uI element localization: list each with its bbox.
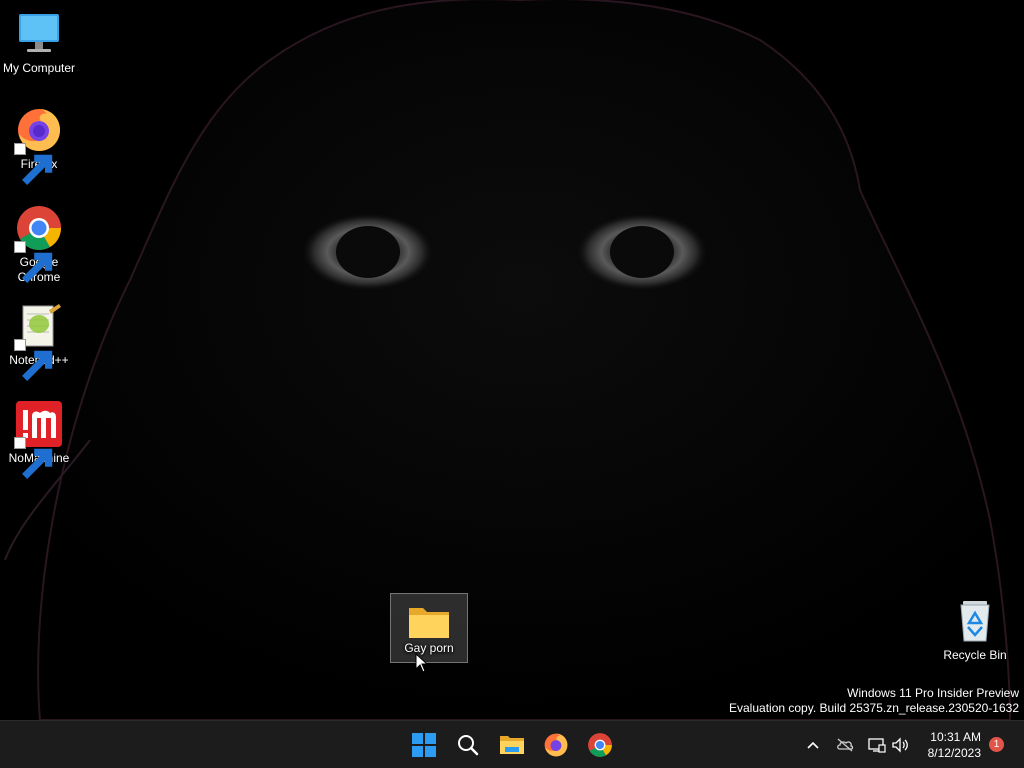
shortcut-arrow-icon — [14, 143, 53, 185]
onedrive-offline-icon — [837, 738, 854, 752]
desktop-icon-google-chrome[interactable]: Google Chrome — [0, 204, 78, 285]
search-icon — [458, 735, 479, 756]
taskbar-firefox[interactable] — [540, 729, 572, 761]
windows-start-icon — [412, 733, 436, 757]
desktop-icon-nomachine[interactable]: NoMachine — [0, 400, 78, 479]
mouse-cursor — [415, 652, 429, 673]
firefox-icon — [14, 106, 63, 185]
chrome-icon — [14, 204, 63, 283]
taskbar-chrome[interactable] — [584, 729, 616, 761]
watermark-build: Evaluation copy. Build 25375.zn_release.… — [729, 701, 1019, 715]
tray-volume[interactable] — [884, 729, 916, 761]
desktop-icon-my-computer[interactable]: My Computer — [0, 10, 78, 76]
desktop-icon-recycle-bin[interactable]: Recycle Bin — [936, 597, 1014, 663]
shortcut-arrow-icon — [14, 437, 53, 479]
clock-time: 10:31 AM — [930, 730, 981, 744]
desktop-folder[interactable]: Gay porn — [390, 593, 468, 663]
watermark-edition: Windows 11 Pro Insider Preview — [847, 686, 1019, 700]
computer-icon — [15, 10, 63, 58]
tray-onedrive[interactable] — [829, 729, 861, 761]
taskbar-clock[interactable]: 10:31 AM 8/12/2023 — [928, 729, 981, 761]
notification-badge[interactable]: 1 — [989, 737, 1004, 752]
nomachine-icon — [14, 400, 63, 479]
file-explorer-icon — [500, 736, 524, 754]
taskbar: 10:31 AM 8/12/2023 1 — [0, 720, 1024, 768]
taskbar-start-button[interactable] — [408, 729, 440, 761]
shortcut-arrow-icon — [14, 339, 53, 381]
chevron-up-icon — [807, 741, 819, 749]
recycle-bin-icon — [951, 597, 999, 645]
notepadpp-icon — [14, 302, 63, 381]
shortcut-arrow-icon — [14, 241, 53, 283]
taskbar-search-button[interactable] — [452, 729, 484, 761]
desktop-icon-label: My Computer — [2, 61, 76, 75]
firefox-icon — [544, 733, 568, 757]
tray-show-hidden-icons[interactable] — [797, 729, 829, 761]
volume-icon — [892, 737, 908, 753]
taskbar-file-explorer[interactable] — [496, 729, 528, 761]
folder-icon — [405, 598, 453, 638]
chrome-icon — [588, 733, 612, 757]
desktop-wallpaper — [0, 0, 1024, 720]
windows-watermark: Windows 11 Pro Insider Preview Evaluatio… — [729, 686, 1019, 716]
desktop-icon-firefox[interactable]: Firefox — [0, 106, 78, 185]
clock-date: 8/12/2023 — [927, 746, 981, 760]
desktop-icon-notepadpp[interactable]: Notepad++ — [0, 302, 78, 381]
desktop-icon-label: Recycle Bin — [943, 648, 1007, 662]
